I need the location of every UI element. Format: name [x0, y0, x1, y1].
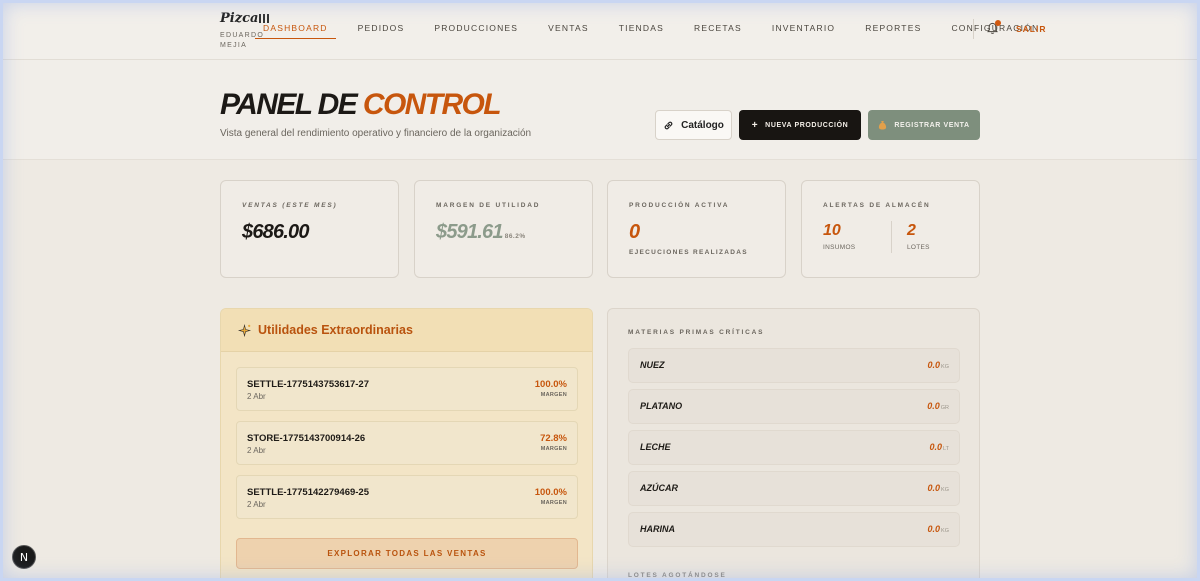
hero-section — [0, 60, 1200, 160]
sale-row[interactable]: STORE-1775143700914-26 2 Abr 72.8% MARGE… — [236, 421, 578, 465]
kpi-card-sales: VENTAS (ESTE MES) $686.00 — [220, 180, 399, 278]
link-icon — [664, 121, 673, 129]
page-title: PANEL DE CONTROL — [220, 88, 502, 122]
material-stock: 0.0GR — [927, 401, 949, 411]
title-part-1: PANEL DE — [220, 88, 358, 121]
explore-sales-button[interactable]: EXPLORAR TODAS LAS VENTAS — [236, 538, 578, 569]
sale-row[interactable]: SETTLE-1775143753617-27 2 Abr 100.0% MAR… — [236, 367, 578, 411]
kpi-label: PRODUCCIÓN ACTIVA — [629, 202, 730, 209]
money-bag-icon — [879, 120, 887, 130]
sale-id: SETTLE-1775143753617-27 — [247, 379, 369, 390]
sale-margin-percent: 100.0% — [534, 487, 567, 498]
stock-unit: LT — [942, 446, 949, 452]
alert-lots-label: LOTES — [907, 244, 930, 251]
main-nav: DASHBOARD PEDIDOS PRODUCCIONES VENTAS TI… — [255, 18, 1069, 39]
alert-supplies-count: 10 — [823, 222, 841, 239]
nav-reportes[interactable]: REPORTES — [865, 18, 921, 39]
logout-button[interactable]: SALIR — [1016, 24, 1047, 34]
critical-materials-panel: MATERIAS PRIMAS CRÍTICAS NUEZ 0.0KG PLAT… — [607, 308, 980, 581]
kpi-value: 0 — [629, 221, 640, 243]
sale-margin-label: MARGEN — [540, 392, 567, 398]
material-name: NUEZ — [640, 360, 665, 370]
top-header: Pizca EDUARDO MEJIA DASHBOARD PEDIDOS PR… — [0, 0, 1200, 60]
nav-divider — [973, 19, 974, 39]
margin-percent: 86.2% — [504, 233, 526, 240]
kpi-card-margin: MARGEN DE UTILIDAD $591.61 86.2% — [414, 180, 593, 278]
new-production-label: NUEVA PRODUCCIÓN — [765, 121, 849, 129]
stock-value: 0.0 — [929, 442, 942, 452]
stock-value: 0.0 — [927, 524, 941, 534]
nav-recetas[interactable]: RECETAS — [694, 18, 742, 39]
margin-value: $591.61 — [436, 221, 503, 243]
material-stock: 0.0KG — [928, 360, 949, 370]
material-row[interactable]: LECHE 0.0LT — [628, 430, 960, 465]
panel-header: Utilidades Extraordinarias — [221, 309, 592, 352]
sale-margin-label: MARGEN — [540, 446, 567, 452]
nav-producciones[interactable]: PRODUCCIONES — [434, 18, 518, 39]
new-production-button[interactable]: + NUEVA PRODUCCIÓN — [739, 110, 861, 140]
kpi-label: ALERTAS DE ALMACÉN — [823, 202, 931, 209]
material-row[interactable]: PLATANO 0.0GR — [628, 389, 960, 424]
stock-unit: KG — [941, 487, 949, 493]
catalog-button[interactable]: Catálogo — [655, 110, 732, 140]
sale-margin-label: MARGEN — [540, 500, 567, 506]
material-stock: 0.0KG — [928, 524, 949, 534]
material-name: HARINA — [640, 524, 675, 534]
sale-id: STORE-1775143700914-26 — [247, 433, 366, 444]
catalog-label: Catálogo — [681, 119, 724, 131]
nav-ventas[interactable]: VENTAS — [548, 18, 589, 39]
sale-row[interactable]: SETTLE-1775142279469-25 2 Abr 100.0% MAR… — [236, 475, 578, 519]
sale-id: SETTLE-1775142279469-25 — [247, 487, 369, 498]
nav-dashboard[interactable]: DASHBOARD — [255, 18, 336, 39]
logo-text: Pizca — [220, 11, 259, 26]
nav-pedidos[interactable]: PEDIDOS — [358, 18, 405, 39]
sale-date: 2 Abr — [247, 446, 266, 455]
material-row[interactable]: NUEZ 0.0KG — [628, 348, 960, 383]
alert-lots-count: 2 — [907, 222, 916, 239]
kpi-card-alerts: ALERTAS DE ALMACÉN 10 INSUMOS 2 LOTES — [801, 180, 980, 278]
material-row[interactable]: AZÚCAR 0.0KG — [628, 471, 960, 506]
sparkle-icon — [237, 323, 252, 338]
material-stock: 0.0KG — [928, 483, 949, 493]
kpi-label: VENTAS (ESTE MES) — [242, 202, 338, 209]
material-stock: 0.0LT — [929, 442, 949, 452]
stock-value: 0.0 — [927, 401, 940, 411]
material-row[interactable]: HARINA 0.0KG — [628, 512, 960, 547]
register-sale-label: REGISTRAR VENTA — [894, 121, 970, 129]
plus-icon: + — [751, 119, 759, 131]
stock-unit: KG — [941, 364, 949, 370]
nav-tiendas[interactable]: TIENDAS — [619, 18, 664, 39]
sale-margin-percent: 100.0% — [534, 379, 567, 390]
material-name: LECHE — [640, 442, 671, 452]
stock-unit: GR — [940, 405, 949, 411]
stock-value: 0.0 — [927, 360, 941, 370]
register-sale-button[interactable]: REGISTRAR VENTA — [868, 110, 980, 140]
extraordinary-utilities-panel: Utilidades Extraordinarias SETTLE-177514… — [220, 308, 593, 581]
sale-margin-percent: 72.8% — [540, 433, 567, 444]
panel-label: MATERIAS PRIMAS CRÍTICAS — [628, 329, 765, 336]
kpi-value: $591.61 86.2% — [436, 221, 526, 244]
material-name: AZÚCAR — [640, 483, 678, 493]
dev-tools-badge[interactable]: N — [12, 545, 36, 569]
nav-inventario[interactable]: INVENTARIO — [772, 18, 835, 39]
notification-dot — [995, 20, 1001, 26]
kpi-card-production: PRODUCCIÓN ACTIVA 0 EJECUCIONES REALIZAD… — [607, 180, 786, 278]
title-part-2: CONTROL — [362, 88, 502, 121]
material-name: PLATANO — [640, 401, 683, 411]
page-subtitle: Vista general del rendimiento operativo … — [220, 128, 532, 139]
alert-divider — [891, 221, 892, 253]
lots-running-out-label: LOTES AGOTÁNDOSE — [628, 572, 727, 579]
sale-date: 2 Abr — [247, 392, 266, 401]
stock-value: 0.0 — [927, 483, 941, 493]
kpi-value: $686.00 — [242, 221, 309, 243]
panel-title: Utilidades Extraordinarias — [258, 323, 413, 337]
kpi-label: MARGEN DE UTILIDAD — [436, 202, 541, 209]
stock-unit: KG — [941, 528, 949, 534]
kpi-sublabel: EJECUCIONES REALIZADAS — [629, 249, 748, 256]
alert-supplies-label: INSUMOS — [823, 244, 856, 251]
sale-date: 2 Abr — [247, 500, 266, 509]
